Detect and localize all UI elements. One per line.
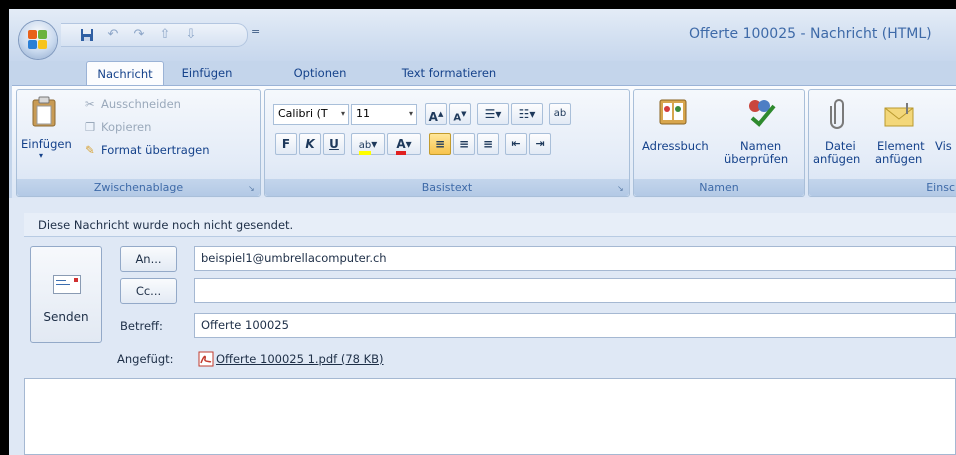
pdf-icon [198,351,214,367]
highlight-button[interactable]: ab▾ [351,133,385,155]
attach-item-label-2: anfügen [875,152,923,166]
arrow-down-icon[interactable]: ⇩ [183,27,199,43]
attach-item-button[interactable]: Element anfügen [871,94,931,176]
address-book-button[interactable]: Adressbuch [636,94,718,176]
dialog-launcher-icon[interactable]: ↘ [248,184,257,193]
group-label-include: Einsc [809,179,956,196]
quick-access-toolbar: ↶ ↷ ⇧ ⇩ [61,23,248,47]
title-bar: ↶ ↷ ⇧ ⇩ = Offerte 100025 - Nachricht (HT… [9,9,956,61]
increase-indent-button[interactable]: ⇥ [529,133,551,155]
undo-icon[interactable]: ↶ [105,27,121,43]
redo-icon[interactable]: ↷ [131,27,147,43]
message-body[interactable] [24,378,956,455]
font-name-combo[interactable]: Calibri (T ▾ [273,104,349,125]
envelope-attach-icon [884,103,914,127]
group-label-clipboard: Zwischenablage [17,179,260,196]
align-center-button[interactable]: ≡ [453,133,475,155]
group-names: Adressbuch Namen überprüfen Namen [633,89,805,197]
attach-file-label-2: anfügen [813,152,861,166]
tab-optionen[interactable]: Optionen [284,61,356,85]
paste-button[interactable]: Einfügen ▾ [19,94,72,174]
grow-font-button[interactable]: A▲ [425,103,447,125]
shrink-font-button[interactable]: A▼ [449,103,471,125]
font-color-button[interactable]: A▾ [387,133,421,155]
chevron-down-icon: ▾ [408,109,413,118]
copy-label: Kopieren [101,120,152,134]
save-icon[interactable] [79,27,95,43]
highlighter-icon: ab [358,140,372,155]
brush-icon: ✎ [85,143,95,157]
scissors-icon: ✂ [85,97,95,111]
to-field[interactable]: beispiel1@umbrellacomputer.ch [194,246,956,271]
attach-item-label-1: Element [877,139,925,153]
font-size-value: 11 [356,107,370,120]
attach-file-button[interactable]: Datei anfügen [811,94,871,176]
address-book-icon [659,99,687,125]
subject-field[interactable]: Offerte 100025 [194,313,956,338]
ribbon: Einfügen ▾ ✂ Ausschneiden ❐ Kopieren ✎ F… [12,85,956,199]
group-clipboard: Einfügen ▾ ✂ Ausschneiden ❐ Kopieren ✎ F… [16,89,261,197]
check-names-button[interactable]: Namen überprüfen [720,94,802,176]
group-label-basic-text: Basistext [265,179,629,196]
format-painter-label: Format übertragen [101,143,210,157]
info-bar: Diese Nachricht wurde noch nicht gesende… [24,213,956,237]
decrease-indent-button[interactable]: ⇤ [505,133,527,155]
styles-icon[interactable]: ab [549,103,571,125]
cc-field[interactable] [194,278,956,303]
paste-dropdown-icon: ▾ [39,151,44,160]
to-button[interactable]: An... [120,246,177,272]
bold-button[interactable]: F [275,133,297,155]
font-color-icon: A [396,137,406,155]
check-names-icon [749,100,776,127]
numbering-button[interactable]: ☷▾ [511,103,543,125]
align-right-button[interactable]: ≡ [477,133,499,155]
underline-button[interactable]: U [323,133,345,155]
send-envelope-icon [53,275,81,294]
attachments-row: Offerte 100025 1.pdf (78 KB) [194,346,956,371]
send-button[interactable]: Senden [30,246,102,343]
dialog-launcher-icon[interactable]: ↘ [617,184,626,193]
subject-label: Betreff: [120,319,163,333]
tab-text-formatieren[interactable]: Text formatieren [394,61,504,85]
chevron-down-icon: ▾ [340,109,345,118]
copy-icon: ❐ [85,120,96,134]
attach-file-label-1: Datei [825,139,856,153]
arrow-up-icon[interactable]: ⇧ [157,27,173,43]
check-names-label-1: Namen [740,139,782,153]
check-names-label-2: überprüfen [724,152,789,166]
paste-label: Einfügen [21,137,72,151]
address-book-label: Adressbuch [642,139,709,153]
paste-icon [32,96,56,127]
visitenkarte-label[interactable]: Vis [935,139,952,153]
paperclip-icon [830,99,844,129]
align-left-button[interactable]: ≡ [429,133,451,155]
window-title: Offerte 100025 - Nachricht (HTML) [689,26,932,42]
cut-label: Ausschneiden [101,97,181,111]
group-include: Datei anfügen Element anfügen Vis Einsc [808,89,956,197]
customize-qat-button[interactable]: = [251,25,260,38]
tab-nachricht[interactable]: Nachricht [86,61,164,87]
office-button[interactable] [19,21,57,59]
italic-button[interactable]: K [299,133,321,155]
group-basic-text: Calibri (T ▾ 11 ▾ A▲ A▼ ☰▾ ☷▾ ab F K U a… [264,89,630,197]
tab-einfuegen[interactable]: Einfügen [166,61,248,85]
group-label-names: Namen [634,179,804,196]
outlook-message-window: ↶ ↷ ⇧ ⇩ = Offerte 100025 - Nachricht (HT… [9,9,956,455]
office-logo-icon [28,30,48,50]
font-size-combo[interactable]: 11 ▾ [351,104,417,125]
bullets-button[interactable]: ☰▾ [477,103,509,125]
attached-label: Angefügt: [117,352,174,366]
attachment-link[interactable]: Offerte 100025 1.pdf (78 KB) [216,352,384,366]
cc-button[interactable]: Cc... [120,278,177,304]
send-label: Senden [43,310,89,324]
font-name-value: Calibri (T [278,107,328,120]
